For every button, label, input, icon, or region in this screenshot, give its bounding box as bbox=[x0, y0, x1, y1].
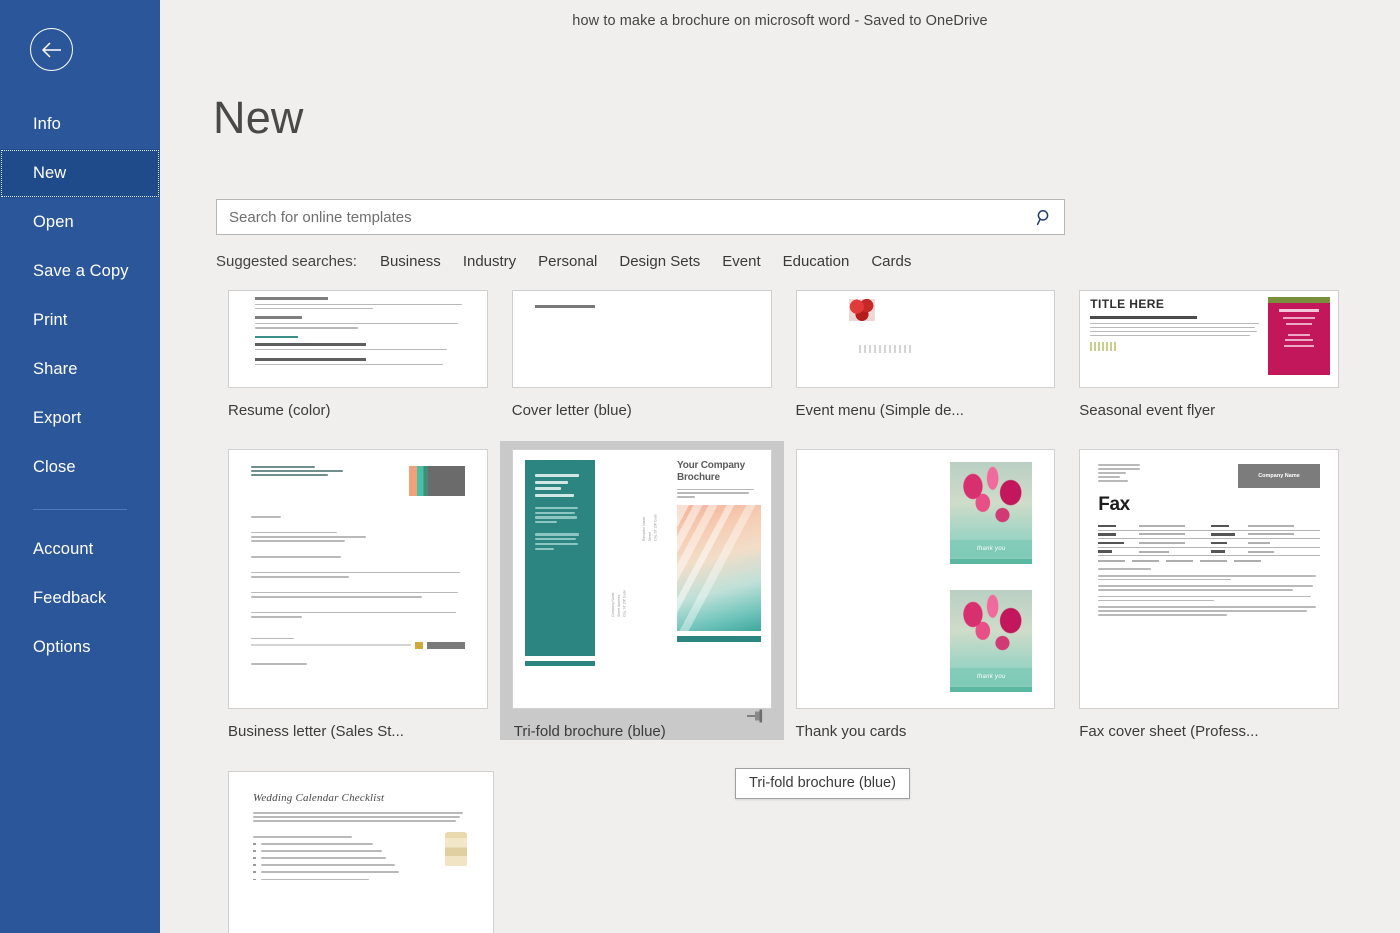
search-icon bbox=[1036, 209, 1053, 226]
template-tile-resume-color[interactable]: Resume (color) bbox=[216, 282, 500, 419]
template-thumbnail: TITLE HERE bbox=[1079, 290, 1339, 388]
template-tile-label: Cover letter (blue) bbox=[500, 388, 784, 419]
thank-you-caption: thank you bbox=[977, 546, 1006, 552]
suggested-link-personal[interactable]: Personal bbox=[538, 253, 597, 270]
template-tile-cover-letter-blue[interactable]: Cover letter (blue) bbox=[500, 282, 784, 419]
template-tile-fax-cover-sheet[interactable]: Company Name Fax bbox=[1067, 441, 1351, 740]
brochure-vertical-text-right: Recipient NameStreetCity, ST ZIP Code bbox=[642, 514, 659, 541]
template-tile-event-menu[interactable]: Event menu (Simple de... bbox=[784, 282, 1068, 419]
template-row: Business letter (Sales St... bbox=[216, 441, 1351, 740]
sidebar-item-new[interactable]: New bbox=[0, 149, 160, 198]
backstage-nav: Info New Open Save a Copy Print Share Ex… bbox=[0, 100, 160, 672]
sidebar-item-open[interactable]: Open bbox=[0, 198, 160, 247]
template-thumbnail bbox=[796, 290, 1056, 388]
template-row: Resume (color) Cover letter (blue) bbox=[216, 282, 1351, 419]
word-backstage-new-screen: Info New Open Save a Copy Print Share Ex… bbox=[0, 0, 1400, 933]
fax-company-name: Company Name bbox=[1258, 473, 1300, 479]
suggested-link-education[interactable]: Education bbox=[783, 253, 850, 270]
brochure-vertical-text-left: Company NameStreet AddressCity, ST ZIP C… bbox=[611, 590, 628, 617]
template-thumbnail bbox=[228, 290, 488, 388]
template-thumbnail: Wedding Calendar Checklist bbox=[228, 771, 494, 933]
template-thumbnail bbox=[228, 449, 488, 709]
template-tile-label: Thank you cards bbox=[784, 709, 1068, 740]
back-arrow-icon bbox=[41, 42, 63, 58]
backstage-sidebar: Info New Open Save a Copy Print Share Ex… bbox=[0, 0, 160, 933]
suggested-searches-label: Suggested searches: bbox=[216, 253, 357, 270]
template-thumbnail bbox=[512, 290, 772, 388]
sidebar-divider bbox=[33, 509, 127, 510]
suggested-link-industry[interactable]: Industry bbox=[463, 253, 516, 270]
flyer-title: TITLE HERE bbox=[1090, 297, 1262, 311]
fax-heading: Fax bbox=[1098, 494, 1320, 516]
fax-company-name-box: Company Name bbox=[1238, 464, 1320, 488]
sidebar-item-print[interactable]: Print bbox=[0, 296, 160, 345]
template-tile-label: Seasonal event flyer bbox=[1067, 388, 1351, 419]
suggested-link-cards[interactable]: Cards bbox=[871, 253, 911, 270]
search-input[interactable] bbox=[217, 200, 1024, 234]
sidebar-item-export[interactable]: Export bbox=[0, 394, 160, 443]
back-button[interactable] bbox=[30, 28, 73, 71]
template-grid: Resume (color) Cover letter (blue) bbox=[216, 282, 1351, 933]
suggested-link-business[interactable]: Business bbox=[380, 253, 441, 270]
template-thumbnail: Company Name Fax bbox=[1079, 449, 1339, 709]
sidebar-item-save-a-copy[interactable]: Save a Copy bbox=[0, 247, 160, 296]
template-tooltip: Tri-fold brochure (blue) bbox=[735, 768, 910, 799]
template-tile-label: Tri-fold brochure (blue) bbox=[500, 709, 784, 740]
suggested-searches: Suggested searches: Business Industry Pe… bbox=[216, 253, 933, 270]
suggested-link-design-sets[interactable]: Design Sets bbox=[619, 253, 700, 270]
document-title: how to make a brochure on microsoft word… bbox=[572, 13, 987, 29]
thank-you-card: thank you bbox=[950, 590, 1032, 692]
template-tile-wedding-calendar-checklist[interactable]: Wedding Calendar Checklist bbox=[216, 763, 506, 933]
template-tile-label: Business letter (Sales St... bbox=[216, 709, 500, 740]
template-thumbnail: thank you thank you bbox=[796, 449, 1056, 709]
brochure-cover-title: Your Company Brochure bbox=[677, 460, 761, 484]
template-tile-tri-fold-brochure-blue[interactable]: Recipient NameStreetCity, ST ZIP Code Co… bbox=[500, 441, 784, 740]
title-bar: how to make a brochure on microsoft word… bbox=[160, 0, 1400, 42]
search-button[interactable] bbox=[1024, 200, 1064, 234]
sidebar-item-options[interactable]: Options bbox=[0, 623, 160, 672]
thank-you-card: thank you bbox=[950, 462, 1032, 564]
search-box[interactable] bbox=[216, 199, 1065, 235]
sidebar-item-share[interactable]: Share bbox=[0, 345, 160, 394]
suggested-link-event[interactable]: Event bbox=[722, 253, 760, 270]
template-tile-seasonal-event-flyer[interactable]: TITLE HERE bbox=[1067, 282, 1351, 419]
brochure-mission-panel bbox=[525, 460, 596, 656]
template-thumbnail: Recipient NameStreetCity, ST ZIP Code Co… bbox=[512, 449, 772, 709]
sidebar-item-info[interactable]: Info bbox=[0, 100, 160, 149]
template-tile-label: Fax cover sheet (Profess... bbox=[1067, 709, 1351, 740]
thank-you-caption: thank you bbox=[977, 674, 1006, 680]
template-tile-business-letter[interactable]: Business letter (Sales St... bbox=[216, 441, 500, 740]
template-tile-thank-you-cards[interactable]: thank you thank you Thank you cards bbox=[784, 441, 1068, 740]
sidebar-item-close[interactable]: Close bbox=[0, 443, 160, 492]
sidebar-item-account[interactable]: Account bbox=[0, 525, 160, 574]
template-tile-label: Event menu (Simple de... bbox=[784, 388, 1068, 419]
sidebar-item-feedback[interactable]: Feedback bbox=[0, 574, 160, 623]
pin-icon[interactable] bbox=[744, 706, 764, 726]
page-title: New bbox=[213, 92, 304, 144]
template-tile-label: Resume (color) bbox=[216, 388, 500, 419]
wedding-title: Wedding Calendar Checklist bbox=[253, 792, 469, 804]
brochure-photo bbox=[677, 505, 761, 631]
